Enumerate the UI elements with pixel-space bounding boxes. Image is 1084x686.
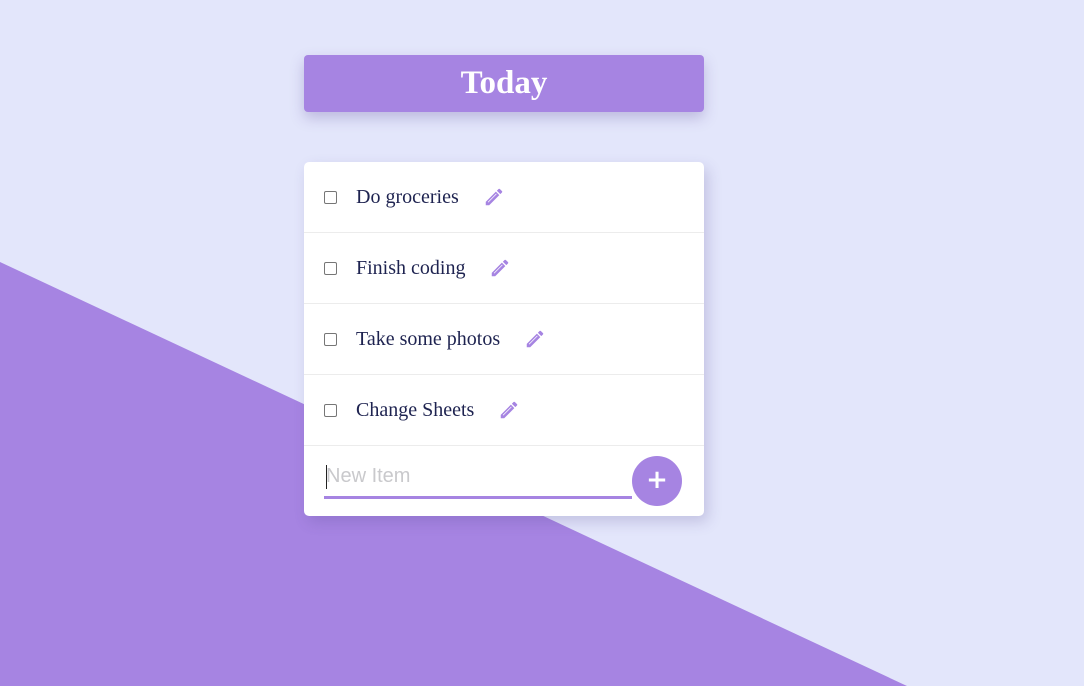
text-cursor	[326, 465, 327, 489]
item-label: Finish coding	[356, 256, 466, 279]
page-title: Today	[460, 65, 548, 101]
pencil-icon[interactable]	[524, 328, 546, 350]
item-label: Change Sheets	[356, 398, 475, 421]
new-item-form: +	[304, 446, 704, 516]
item-checkbox[interactable]	[324, 332, 337, 346]
list-item: Finish coding	[304, 233, 704, 304]
item-label: Take some photos	[356, 327, 501, 350]
todo-card: Do groceries Finish coding Take some pho…	[304, 162, 704, 516]
list-item: Do groceries	[304, 162, 704, 233]
list-item: Take some photos	[304, 304, 704, 375]
pencil-icon[interactable]	[483, 186, 505, 208]
item-checkbox[interactable]	[324, 190, 337, 204]
add-item-button[interactable]: +	[632, 456, 682, 506]
heading-banner: Today	[304, 55, 704, 112]
plus-icon: +	[646, 465, 668, 495]
pencil-icon[interactable]	[489, 257, 511, 279]
list-item: Change Sheets	[304, 375, 704, 446]
pencil-icon[interactable]	[498, 399, 520, 421]
item-label: Do groceries	[356, 185, 459, 208]
item-checkbox[interactable]	[324, 403, 337, 417]
item-checkbox[interactable]	[324, 261, 337, 275]
new-item-input[interactable]	[324, 456, 632, 496]
new-item-field	[324, 456, 632, 499]
